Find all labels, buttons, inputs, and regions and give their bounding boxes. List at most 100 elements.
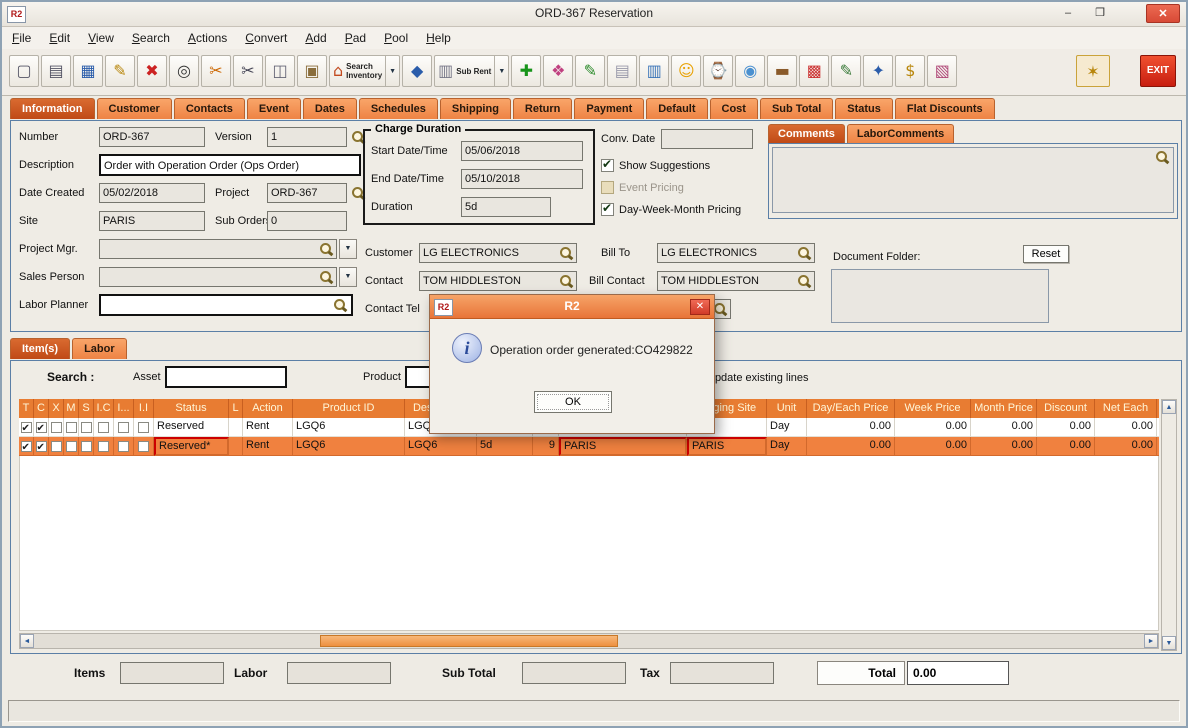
row-checkbox-cell[interactable] [134,437,154,456]
menu-help[interactable]: Help [426,31,451,45]
row-checkbox[interactable] [66,441,77,452]
description-field[interactable]: Order with Operation Order (Ops Order) [99,154,361,176]
cards-button[interactable]: ▤ [607,55,637,87]
paste-button[interactable]: ▣ [297,55,327,87]
scissors-button[interactable]: ✂ [233,55,263,87]
cell-duration[interactable]: 5d [477,437,533,456]
menu-file[interactable]: File [12,31,31,45]
menu-pad[interactable]: Pad [345,31,366,45]
row-checkbox-cell[interactable] [64,418,79,437]
column-header-day-each-price[interactable]: Day/Each Price [807,399,895,418]
column-header-m[interactable]: M [64,399,79,418]
cell-month-price[interactable]: 0.00 [971,437,1037,456]
cell-discount[interactable]: 0.00 [1037,418,1095,437]
row-checkbox-cell[interactable] [49,437,64,456]
tab-dates[interactable]: Dates [303,98,357,119]
cell-n[interactable] [1157,418,1159,437]
bill-to-lookup-icon[interactable] [797,246,811,260]
comments-lookup-icon[interactable] [1155,150,1169,164]
column-header-c[interactable]: C [34,399,49,418]
row-checkbox[interactable] [98,441,109,452]
cell-net-each[interactable]: 0.00 [1095,418,1157,437]
find-binoculars-button[interactable]: ◎ [169,55,199,87]
row-checkbox-cell[interactable] [79,418,94,437]
column-header-i[interactable]: I... [114,399,134,418]
cell-status[interactable]: Reserved [154,418,229,437]
column-header-unit[interactable]: Unit [767,399,807,418]
row-checkbox-cell[interactable] [34,437,49,456]
comments-textarea[interactable] [772,147,1174,213]
tab-customer[interactable]: Customer [97,98,172,119]
sub-orders-field[interactable]: 0 [267,211,347,231]
cell-product-id[interactable]: LGQ6 [293,437,405,456]
book-button[interactable]: ▬ [767,55,797,87]
row-checkbox[interactable] [21,441,32,452]
site-field[interactable]: PARIS [99,211,205,231]
start-date-field[interactable]: 05/06/2018 [461,141,583,161]
date-created-field[interactable]: 05/02/2018 [99,183,205,203]
column-header-net-each[interactable]: Net Each [1095,399,1157,418]
row-checkbox-cell[interactable] [114,437,134,456]
row-checkbox-cell[interactable] [114,418,134,437]
cell-product-id[interactable]: LGQ6 [293,418,405,437]
sub-rent-button[interactable]: ▥Sub Rent▼ [434,55,509,87]
tab-cost[interactable]: Cost [710,98,758,119]
row-checkbox[interactable] [51,441,62,452]
cut-line-button[interactable]: ✂ [201,55,231,87]
dialog-close-icon[interactable]: ✕ [690,299,710,315]
contact-field[interactable]: TOM HIDDLESTON [419,271,577,291]
sub-rent-dropdown-icon[interactable]: ▼ [494,56,505,86]
labor-planner-field[interactable] [99,294,353,316]
close-button[interactable]: ✕ [1146,4,1180,23]
row-checkbox[interactable] [118,422,129,433]
clock-button[interactable]: ⌚ [703,55,733,87]
column-header-i-c[interactable]: I.C [94,399,114,418]
tab-payment[interactable]: Payment [574,98,644,119]
row-checkbox[interactable] [36,422,47,433]
sales-person-lookup-icon[interactable] [319,270,333,284]
column-header-action[interactable]: Action [243,399,293,418]
column-header-n[interactable]: N... [1157,399,1159,418]
wand-button[interactable]: ✶ [1076,55,1110,87]
disc-button[interactable]: ◉ [735,55,765,87]
version-field[interactable]: 1 [267,127,347,147]
row-checkbox-cell[interactable] [94,437,114,456]
cubes-button[interactable]: ▩ [799,55,829,87]
edit-note-button[interactable]: ✎ [831,55,861,87]
tab-labor-comments[interactable]: LaborComments [847,124,954,143]
tab-flat-discounts[interactable]: Flat Discounts [895,98,995,119]
column-header-x[interactable]: X [49,399,64,418]
column-header-status[interactable]: Status [154,399,229,418]
scroll-up-icon[interactable]: ▲ [1162,400,1176,414]
tab-event[interactable]: Event [247,98,301,119]
row-checkbox[interactable] [81,441,92,452]
day-week-month-checkbox[interactable] [601,203,614,216]
delete-button[interactable]: ✖ [137,55,167,87]
row-checkbox[interactable] [81,422,92,433]
cell-description[interactable]: LGQ6 [405,437,477,456]
duration-field[interactable]: 5d [461,197,551,217]
sales-person-dropdown[interactable]: ▼ [339,267,357,287]
bill-contact-lookup-icon[interactable] [797,274,811,288]
ok-button[interactable]: OK [534,391,612,413]
conv-date-field[interactable] [661,129,753,149]
cell-qty[interactable]: 9 [533,437,559,456]
cell-unit[interactable]: Day [767,418,807,437]
cell-net-each[interactable]: 0.00 [1095,437,1157,456]
sales-person-field[interactable] [99,267,337,287]
cell-staging-site[interactable]: PARIS [687,437,767,456]
row-checkbox-cell[interactable] [134,418,154,437]
pour-button[interactable]: ◆ [402,55,432,87]
contact-tel-lookup-icon[interactable] [713,302,727,316]
tab-status[interactable]: Status [835,98,893,119]
tab-information[interactable]: Information [10,98,95,119]
cell-unit[interactable]: Day [767,437,807,456]
row-checkbox[interactable] [98,422,109,433]
row-checkbox-cell[interactable] [79,437,94,456]
bill-contact-field[interactable]: TOM HIDDLESTON [657,271,815,291]
cell-action[interactable]: Rent [243,418,293,437]
maximize-button[interactable]: ❒ [1086,4,1114,23]
project-mgr-lookup-icon[interactable] [319,242,333,256]
row-checkbox[interactable] [21,422,32,433]
table-row[interactable]: Reserved*RentLGQ6LGQ65d9PARISPARISDay0.0… [19,437,1159,456]
